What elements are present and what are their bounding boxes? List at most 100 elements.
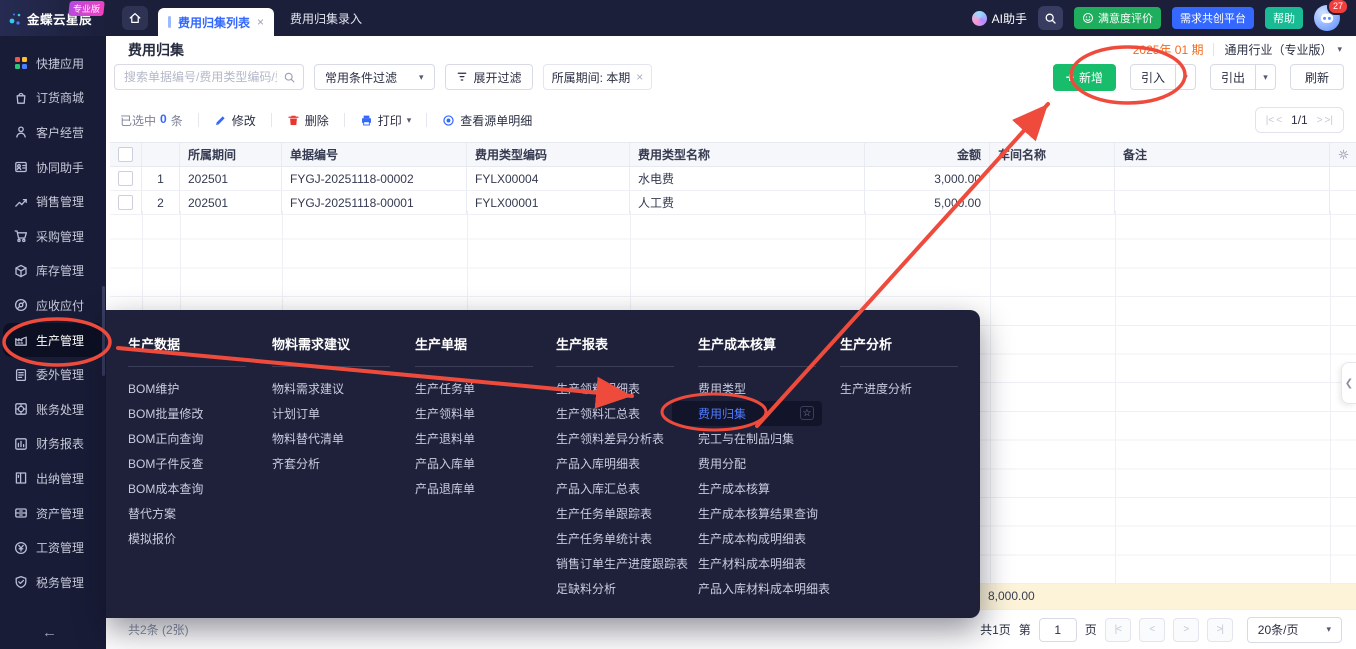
sidebar-item-bookkeeping[interactable]: 账务处理 [0,392,106,427]
ai-assistant-button[interactable]: AI助手 [972,10,1027,27]
row-checkbox[interactable] [110,167,142,190]
sidebar-item-payroll[interactable]: 工资管理 [0,530,106,565]
column-header-workshop[interactable]: 车间名称 [990,143,1115,166]
menu-item[interactable]: 生产任务单 [415,376,543,401]
search-icon[interactable] [283,71,296,84]
cell-doc-no[interactable]: FYGJ-20251118-00002 [282,167,467,190]
menu-item[interactable]: 费用类型 [698,376,826,401]
condition-filter-dropdown[interactable]: 常用条件过滤 ▾ [314,64,435,90]
menu-item[interactable]: 生产材料成本明细表 [698,551,826,576]
page-size-dropdown[interactable]: 20条/页 ▾ [1247,617,1342,643]
help-button[interactable]: 帮助 [1265,7,1303,29]
menu-item-expense-collection[interactable]: 费用归集 ☆ [672,401,822,426]
prev-page-button[interactable]: < [1139,618,1165,642]
column-header-type-name[interactable]: 费用类型名称 [630,143,865,166]
menu-item[interactable]: BOM维护 [128,376,256,401]
menu-item[interactable]: BOM批量修改 [128,401,256,426]
edition-selector[interactable]: 通用行业（专业版） ▾ [1224,41,1342,58]
tab-expense-collection-entry[interactable]: 费用归集录入 [274,0,378,36]
sidebar-item-production[interactable]: 生产管理 [3,323,103,358]
sidebar-item-financial-reports[interactable]: 财务报表 [0,427,106,462]
expand-filter-button[interactable]: 展开过滤 [445,64,533,90]
table-row[interactable]: 1 202501 FYGJ-20251118-00002 FYLX00004 水… [110,167,1356,191]
menu-item[interactable]: BOM子件反查 [128,451,256,476]
add-button[interactable]: + 新增 [1053,64,1116,91]
menu-item[interactable]: 足缺料分析 [556,576,684,601]
close-icon[interactable]: × [636,70,643,84]
select-all-checkbox[interactable] [110,143,142,166]
next-page-button[interactable]: > [1173,618,1199,642]
last-page-button[interactable]: >| [1207,618,1233,642]
last-page-icon[interactable]: > >| [1317,115,1333,126]
menu-item[interactable]: 完工与在制品归集 [698,426,826,451]
sidebar-item-cashier[interactable]: 出纳管理 [0,461,106,496]
menu-item[interactable]: 生产成本核算结果查询 [698,501,826,526]
menu-item[interactable]: 生产任务单统计表 [556,526,684,551]
accounting-period[interactable]: 2025年 01 期 [1133,41,1204,58]
menu-item[interactable]: 生产领料差异分析表 [556,426,684,451]
home-button[interactable] [122,6,148,30]
menu-item[interactable]: 物料需求建议 [272,376,400,401]
menu-item[interactable]: 生产领料汇总表 [556,401,684,426]
menu-item[interactable]: 生产任务单跟踪表 [556,501,684,526]
column-settings-gear-icon[interactable] [1330,143,1356,166]
menu-item[interactable]: 模拟报价 [128,526,256,551]
menu-item[interactable]: 销售订单生产进度跟踪表 [556,551,684,576]
first-page-icon[interactable]: |< < [1266,115,1282,126]
sidebar-item-outsourcing[interactable]: 委外管理 [0,357,106,392]
avatar[interactable]: 27 [1314,5,1340,31]
column-header-remark[interactable]: 备注 [1115,143,1330,166]
export-button[interactable]: 引出 [1210,64,1256,90]
import-dropdown-toggle[interactable]: ▾ [1176,64,1196,90]
export-dropdown-toggle[interactable]: ▾ [1256,64,1276,90]
menu-item[interactable]: 计划订单 [272,401,400,426]
collapse-panel-handle[interactable]: ❮ [1341,362,1356,404]
menu-item[interactable]: 产品入库材料成本明细表 [698,576,826,601]
sidebar-item-sales[interactable]: 销售管理 [0,184,106,219]
sidebar-item-assets[interactable]: 资产管理 [0,496,106,531]
print-button[interactable]: 打印 ▾ [360,112,412,129]
menu-item[interactable]: 齐套分析 [272,451,400,476]
column-header-period[interactable]: 所属期间 [180,143,282,166]
sidebar-scrollbar[interactable] [102,286,105,376]
edit-button[interactable]: 修改 [214,112,256,129]
global-search-button[interactable] [1038,6,1063,30]
menu-item[interactable]: 替代方案 [128,501,256,526]
menu-item[interactable]: 产品退库单 [415,476,543,501]
refresh-button[interactable]: 刷新 [1290,64,1344,90]
menu-item[interactable]: 物料替代清单 [272,426,400,451]
sidebar-item-tax[interactable]: 税务管理 [0,565,106,600]
tab-expense-collection-list[interactable]: 费用归集列表 × [158,8,274,36]
import-button[interactable]: 引入 [1130,64,1176,90]
delete-button[interactable]: 删除 [287,112,329,129]
sidebar-item-procurement[interactable]: 采购管理 [0,219,106,254]
satisfaction-survey-button[interactable]: 满意度评价 [1074,7,1161,29]
sidebar-item-order-mall[interactable]: 订货商城 [0,81,106,116]
sidebar-item-collaboration[interactable]: 协同助手 [0,150,106,185]
page-number-input[interactable] [1039,618,1077,642]
column-header-amount[interactable]: 金额 [865,143,990,166]
column-header-doc-no[interactable]: 单据编号 [282,143,467,166]
search-input[interactable] [122,69,279,85]
column-header-type-code[interactable]: 费用类型编码 [467,143,630,166]
sidebar-item-quick-apps[interactable]: 快捷应用 [0,46,106,81]
first-page-button[interactable]: |< [1105,618,1131,642]
menu-item[interactable]: 产品入库明细表 [556,451,684,476]
menu-item[interactable]: 生产进度分析 [840,376,968,401]
sidebar-collapse-arrow-icon[interactable]: ← [42,624,57,641]
sidebar-item-receivable-payable[interactable]: 应收应付 [0,288,106,323]
favorite-star-icon[interactable]: ☆ [800,406,814,420]
menu-item[interactable]: BOM成本查询 [128,476,256,501]
menu-item[interactable]: BOM正向查询 [128,426,256,451]
menu-item[interactable]: 生产退料单 [415,426,543,451]
view-source-button[interactable]: 查看源单明细 [442,112,532,129]
menu-item[interactable]: 费用分配 [698,451,826,476]
menu-item[interactable]: 产品入库汇总表 [556,476,684,501]
sidebar-item-inventory[interactable]: 库存管理 [0,254,106,289]
menu-item[interactable]: 生产领料单 [415,401,543,426]
menu-item[interactable]: 生产成本构成明细表 [698,526,826,551]
menu-item[interactable]: 生产领料明细表 [556,376,684,401]
menu-item[interactable]: 生产成本核算 [698,476,826,501]
menu-item[interactable]: 产品入库单 [415,451,543,476]
period-filter-tag[interactable]: 所属期间: 本期 × [543,64,653,90]
